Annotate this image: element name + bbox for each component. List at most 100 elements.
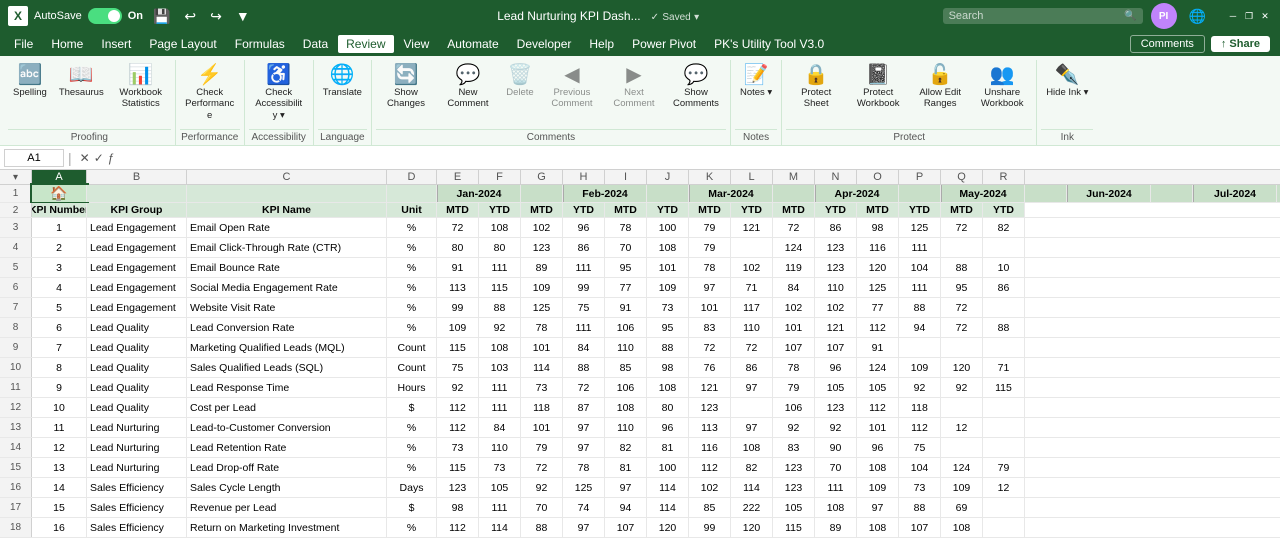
cell-h10[interactable]: 88 xyxy=(563,358,605,377)
cell-k11[interactable]: 121 xyxy=(689,378,731,397)
cell-f4[interactable]: 80 xyxy=(479,238,521,257)
cell-d9[interactable]: Count xyxy=(387,338,437,357)
cell-b2[interactable]: KPI Group xyxy=(87,203,187,217)
menu-pk-utility[interactable]: PK's Utility Tool V3.0 xyxy=(706,35,832,53)
cell-l10[interactable]: 86 xyxy=(731,358,773,377)
cell-l16[interactable]: 114 xyxy=(731,478,773,497)
cell-b12[interactable]: Lead Quality xyxy=(87,398,187,417)
cell-n2[interactable]: YTD xyxy=(815,203,857,217)
cell-f2[interactable]: YTD xyxy=(479,203,521,217)
row-num-3[interactable]: 3 xyxy=(0,218,32,237)
cell-f3[interactable]: 108 xyxy=(479,218,521,237)
cell-p14[interactable]: 75 xyxy=(899,438,941,457)
cell-m4[interactable]: 124 xyxy=(773,238,815,257)
cell-h15[interactable]: 78 xyxy=(563,458,605,477)
cell-r8[interactable]: 88 xyxy=(983,318,1025,337)
cell-d6[interactable]: % xyxy=(387,278,437,297)
cell-f12[interactable]: 111 xyxy=(479,398,521,417)
cell-i4[interactable]: 70 xyxy=(605,238,647,257)
cell-b8[interactable]: Lead Quality xyxy=(87,318,187,337)
col-header-l[interactable]: L xyxy=(731,170,773,184)
cell-n6[interactable]: 110 xyxy=(815,278,857,297)
cell-d2[interactable]: Unit xyxy=(387,203,437,217)
cell-c11[interactable]: Lead Response Time xyxy=(187,378,387,397)
cell-h5[interactable]: 111 xyxy=(563,258,605,277)
cell-p5[interactable]: 104 xyxy=(899,258,941,277)
menu-file[interactable]: File xyxy=(6,35,41,53)
cell-e4[interactable]: 80 xyxy=(437,238,479,257)
cell-a13[interactable]: 11 xyxy=(32,418,87,437)
cell-a2[interactable]: KPI Number xyxy=(32,203,87,217)
undo-icon[interactable]: ↩ xyxy=(180,6,200,27)
cell-n5[interactable]: 123 xyxy=(815,258,857,277)
cell-g8[interactable]: 78 xyxy=(521,318,563,337)
cell-p9[interactable] xyxy=(899,338,941,357)
cell-f16[interactable]: 105 xyxy=(479,478,521,497)
cell-e6[interactable]: 113 xyxy=(437,278,479,297)
cell-a18[interactable]: 16 xyxy=(32,518,87,537)
cell-f17[interactable]: 111 xyxy=(479,498,521,517)
cell-j17[interactable]: 114 xyxy=(647,498,689,517)
menu-formulas[interactable]: Formulas xyxy=(227,35,293,53)
cell-g13[interactable]: 101 xyxy=(521,418,563,437)
cell-h12[interactable]: 87 xyxy=(563,398,605,417)
cell-r12[interactable] xyxy=(983,398,1025,417)
cell-q5[interactable]: 88 xyxy=(941,258,983,277)
cell-q17[interactable]: 69 xyxy=(941,498,983,517)
row-num-4[interactable]: 4 xyxy=(0,238,32,257)
cell-c5[interactable]: Email Bounce Rate xyxy=(187,258,387,277)
cell-b11[interactable]: Lead Quality xyxy=(87,378,187,397)
cell-o14[interactable]: 96 xyxy=(857,438,899,457)
cell-b15[interactable]: Lead Nurturing xyxy=(87,458,187,477)
cell-q8[interactable]: 72 xyxy=(941,318,983,337)
cell-o11[interactable]: 105 xyxy=(857,378,899,397)
share-button[interactable]: ↑ Share xyxy=(1211,36,1270,52)
row-num-12[interactable]: 12 xyxy=(0,398,32,417)
cell-l17[interactable]: 222 xyxy=(731,498,773,517)
cell-m7[interactable]: 102 xyxy=(773,298,815,317)
cell-g15[interactable]: 72 xyxy=(521,458,563,477)
row-num-10[interactable]: 10 xyxy=(0,358,32,377)
row-num-11[interactable]: 11 xyxy=(0,378,32,397)
cell-d7[interactable]: % xyxy=(387,298,437,317)
cell-c1[interactable] xyxy=(187,185,387,202)
cell-g4[interactable]: 123 xyxy=(521,238,563,257)
cell-r18[interactable] xyxy=(983,518,1025,537)
col-header-b[interactable]: B xyxy=(87,170,187,184)
cell-d11[interactable]: Hours xyxy=(387,378,437,397)
col-header-d[interactable]: D xyxy=(387,170,437,184)
cell-d5[interactable]: % xyxy=(387,258,437,277)
cell-p8[interactable]: 94 xyxy=(899,318,941,337)
cell-o7[interactable]: 77 xyxy=(857,298,899,317)
restore-button[interactable]: ❐ xyxy=(1242,9,1256,23)
menu-insert[interactable]: Insert xyxy=(93,35,139,53)
cell-c14[interactable]: Lead Retention Rate xyxy=(187,438,387,457)
cell-r9[interactable] xyxy=(983,338,1025,357)
cell-r4[interactable] xyxy=(983,238,1025,257)
cell-b7[interactable]: Lead Engagement xyxy=(87,298,187,317)
cell-k2[interactable]: MTD xyxy=(689,203,731,217)
minimize-button[interactable]: ─ xyxy=(1226,9,1240,23)
cell-a14[interactable]: 12 xyxy=(32,438,87,457)
row-num-17[interactable]: 17 xyxy=(0,498,32,517)
cell-k4[interactable]: 79 xyxy=(689,238,731,257)
col-header-h[interactable]: H xyxy=(563,170,605,184)
cell-i18[interactable]: 107 xyxy=(605,518,647,537)
cell-p12[interactable]: 118 xyxy=(899,398,941,417)
cell-j8[interactable]: 95 xyxy=(647,318,689,337)
search-input[interactable] xyxy=(943,8,1143,24)
cell-d8[interactable]: % xyxy=(387,318,437,337)
cell-e10[interactable]: 75 xyxy=(437,358,479,377)
cell-reference[interactable] xyxy=(4,149,64,167)
cell-c7[interactable]: Website Visit Rate xyxy=(187,298,387,317)
col-header-c[interactable]: C xyxy=(187,170,387,184)
cell-p6[interactable]: 111 xyxy=(899,278,941,297)
cell-b3[interactable]: Lead Engagement xyxy=(87,218,187,237)
cell-p13[interactable]: 112 xyxy=(899,418,941,437)
cell-q18[interactable]: 108 xyxy=(941,518,983,537)
cell-e17[interactable]: 98 xyxy=(437,498,479,517)
cell-g7[interactable]: 125 xyxy=(521,298,563,317)
cell-c2[interactable]: KPI Name xyxy=(187,203,387,217)
cell-i3[interactable]: 78 xyxy=(605,218,647,237)
cell-q6[interactable]: 95 xyxy=(941,278,983,297)
